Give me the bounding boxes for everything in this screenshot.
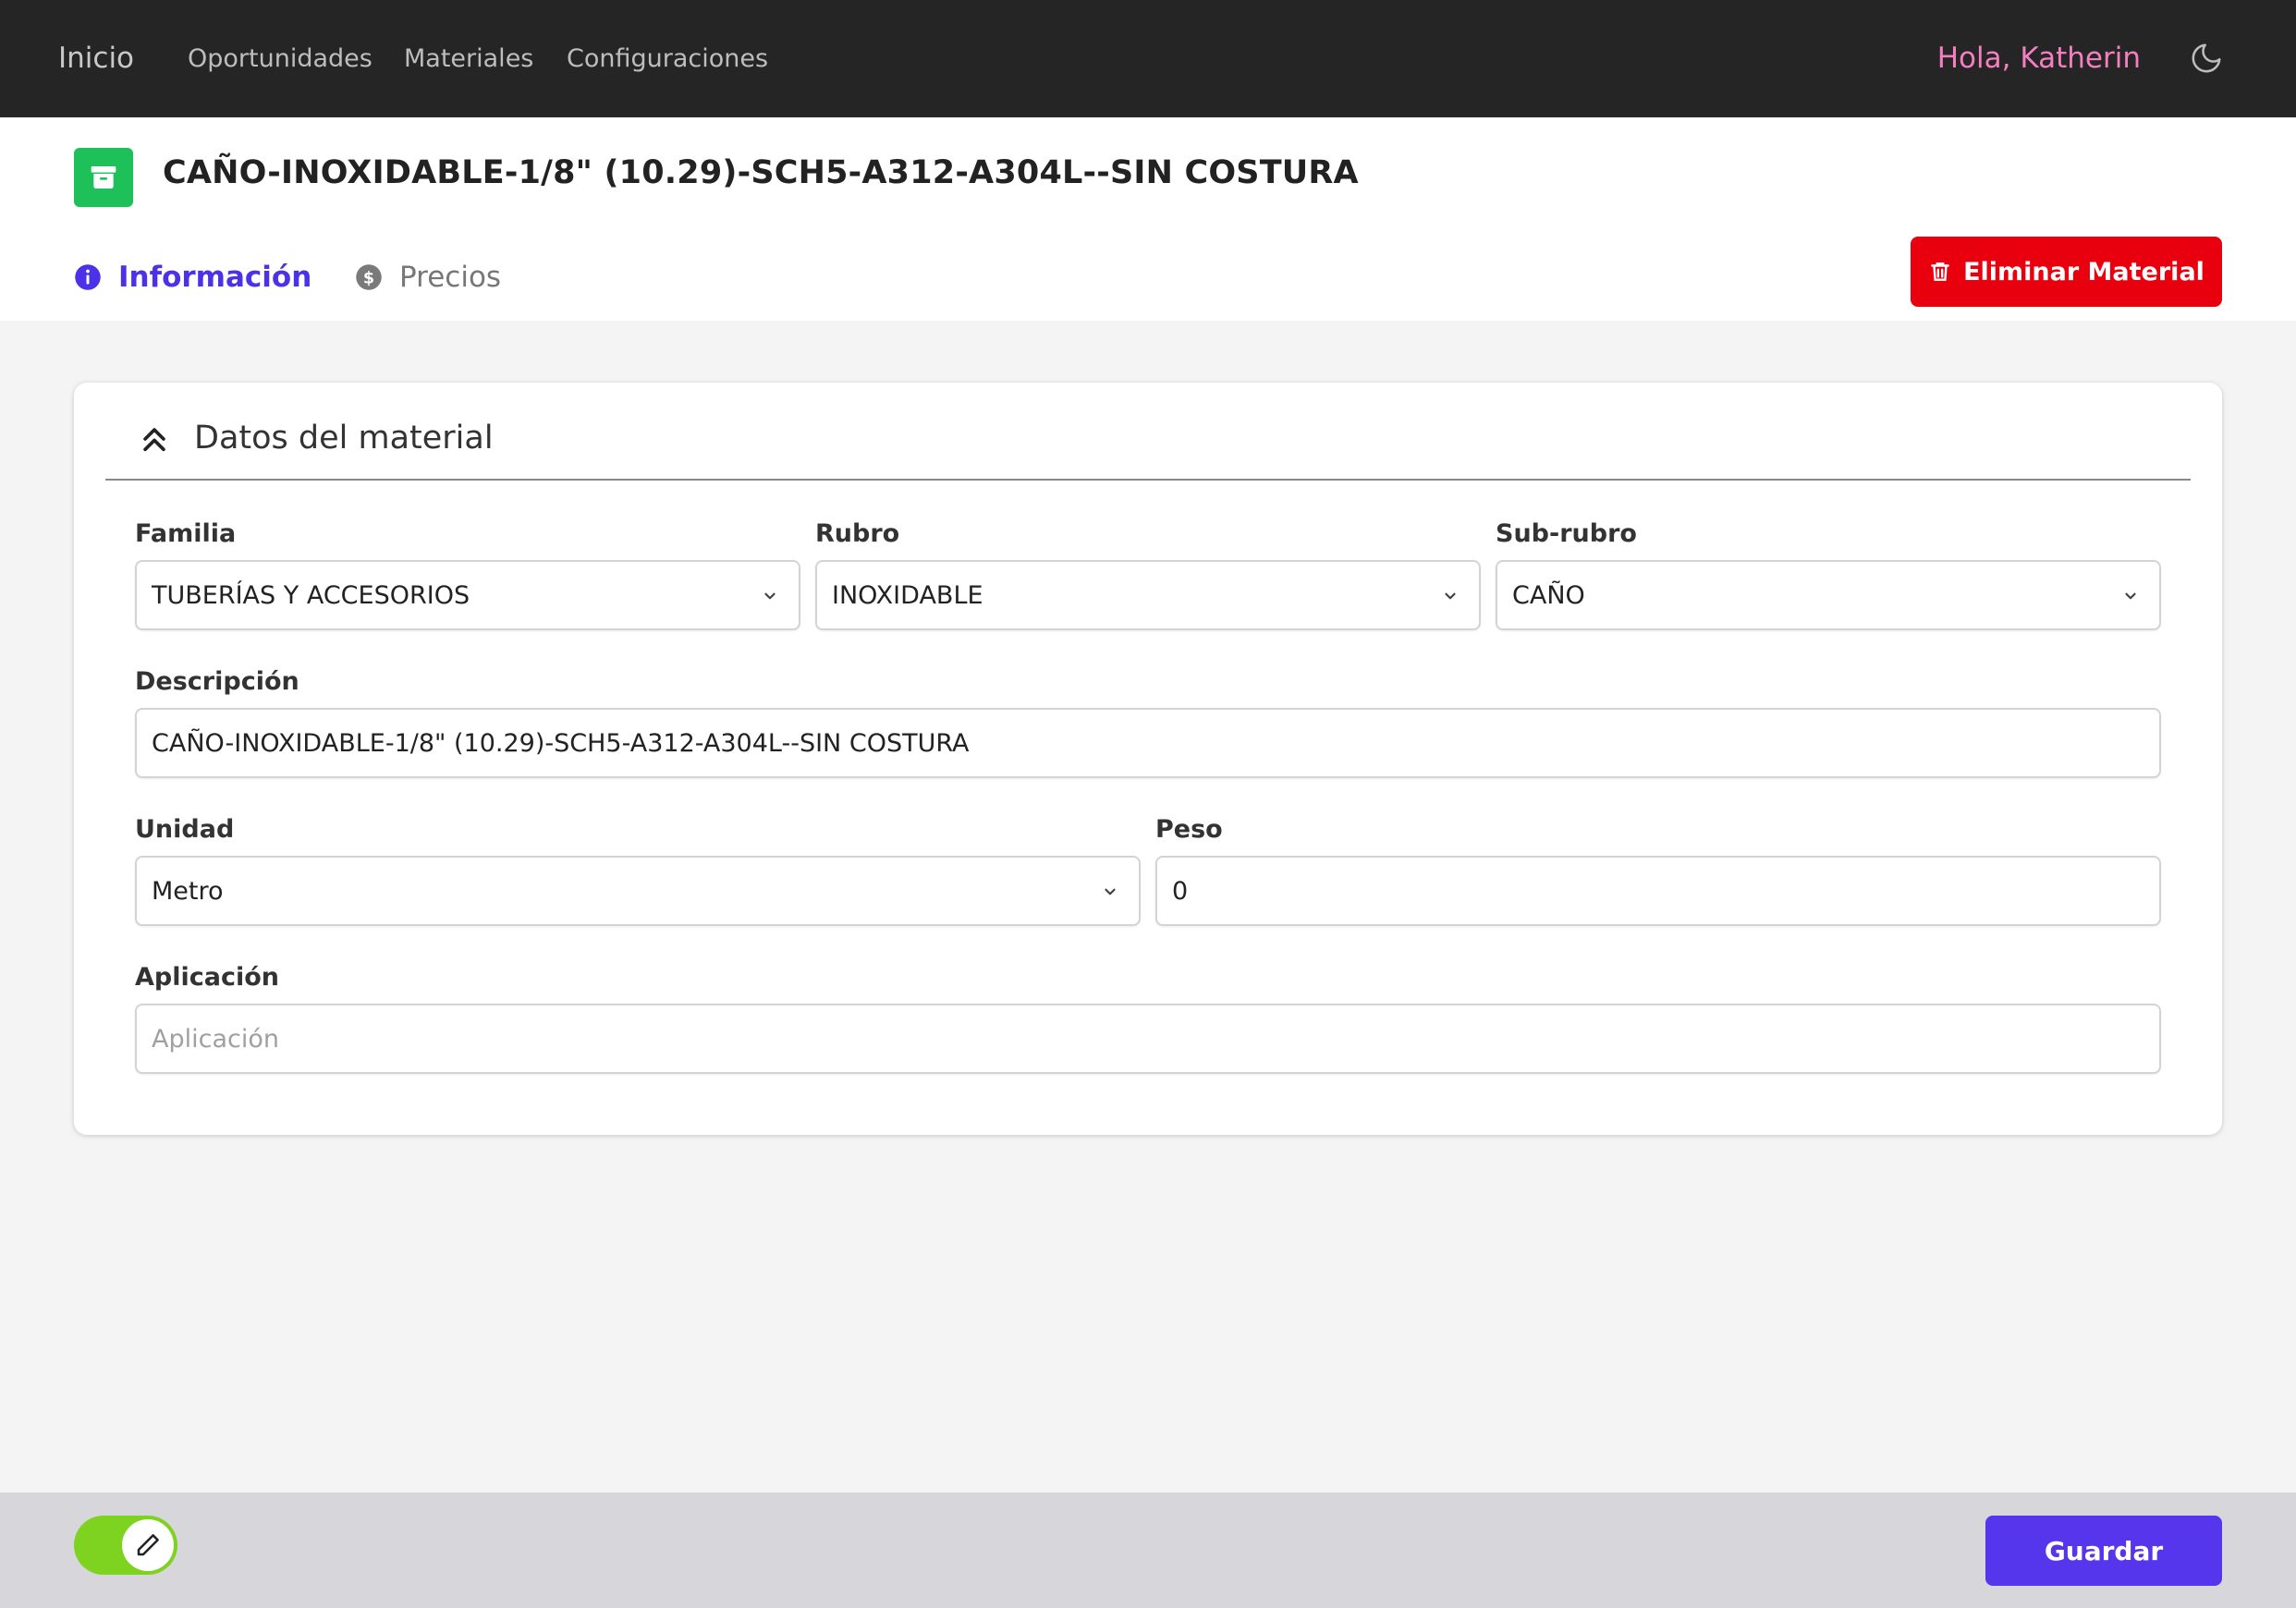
familia-select[interactable]: TUBERÍAS Y ACCESORIOS xyxy=(135,560,800,630)
moon-icon[interactable] xyxy=(2189,41,2224,76)
rubro-label: Rubro xyxy=(815,519,900,548)
tab-informacion-label: Información xyxy=(118,261,312,294)
nav-link-configuraciones[interactable]: Configuraciones xyxy=(567,0,768,117)
rubro-value: INOXIDABLE xyxy=(832,580,983,610)
archive-box-icon xyxy=(74,148,133,207)
peso-input[interactable]: 0 xyxy=(1155,856,2161,926)
chevron-double-up-icon[interactable] xyxy=(139,423,170,455)
descripcion-value: CAÑO-INOXIDABLE-1/8" (10.29)-SCH5-A312-A… xyxy=(152,728,970,758)
subrubro-label: Sub-rubro xyxy=(1496,519,1637,548)
material-header: CAÑO-INOXIDABLE-1/8" (10.29)-SCH5-A312-A… xyxy=(0,117,2296,321)
aplicacion-input[interactable]: Aplicación xyxy=(135,1004,2161,1074)
aplicacion-label: Aplicación xyxy=(135,963,279,992)
card-title: Datos del material xyxy=(194,420,494,457)
unidad-select[interactable]: Metro xyxy=(135,856,1141,926)
delete-material-label: Eliminar Material xyxy=(1963,257,2204,286)
chevron-down-icon xyxy=(1105,888,1116,895)
chevron-down-icon xyxy=(1445,592,1456,600)
edit-mode-toggle[interactable] xyxy=(74,1516,177,1575)
info-circle-icon xyxy=(75,264,101,290)
dollar-circle-icon: $ xyxy=(356,264,382,290)
rubro-select[interactable]: INOXIDABLE xyxy=(815,560,1481,630)
nav-home-link[interactable]: Inicio xyxy=(58,0,134,117)
nav-link-materiales[interactable]: Materiales xyxy=(404,0,533,117)
trash-icon xyxy=(1931,262,1949,281)
chevron-down-icon xyxy=(2125,592,2136,600)
svg-text:$: $ xyxy=(363,269,374,287)
unidad-label: Unidad xyxy=(135,815,235,844)
peso-label: Peso xyxy=(1155,815,1223,844)
card-header[interactable]: Datos del material xyxy=(105,383,2191,481)
material-data-card: Datos del material Familia TUBERÍAS Y AC… xyxy=(74,383,2222,1135)
tab-precios-label: Precios xyxy=(399,261,502,294)
user-greeting[interactable]: Hola, Katherin xyxy=(1937,0,2141,117)
descripcion-label: Descripción xyxy=(135,667,299,696)
pencil-icon xyxy=(137,1534,159,1556)
tab-precios[interactable]: $ Precios xyxy=(355,254,501,300)
descripcion-input[interactable]: CAÑO-INOXIDABLE-1/8" (10.29)-SCH5-A312-A… xyxy=(135,708,2161,778)
tab-informacion[interactable]: Información xyxy=(74,254,311,300)
chevron-down-icon xyxy=(764,592,776,600)
delete-material-button[interactable]: Eliminar Material xyxy=(1911,237,2222,307)
material-title: CAÑO-INOXIDABLE-1/8" (10.29)-SCH5-A312-A… xyxy=(163,154,1359,191)
peso-value: 0 xyxy=(1172,876,1189,906)
aplicacion-placeholder: Aplicación xyxy=(152,1024,279,1054)
footer-bar: Guardar xyxy=(0,1492,2296,1608)
subrubro-select[interactable]: CAÑO xyxy=(1496,560,2161,630)
toggle-knob xyxy=(122,1519,174,1571)
familia-label: Familia xyxy=(135,519,237,548)
unidad-value: Metro xyxy=(152,876,224,906)
nav-link-oportunidades[interactable]: Oportunidades xyxy=(188,0,372,117)
familia-value: TUBERÍAS Y ACCESORIOS xyxy=(152,580,470,610)
subrubro-value: CAÑO xyxy=(1512,580,1585,610)
top-navbar: Inicio Oportunidades Materiales Configur… xyxy=(0,0,2296,117)
save-button[interactable]: Guardar xyxy=(1985,1516,2222,1586)
